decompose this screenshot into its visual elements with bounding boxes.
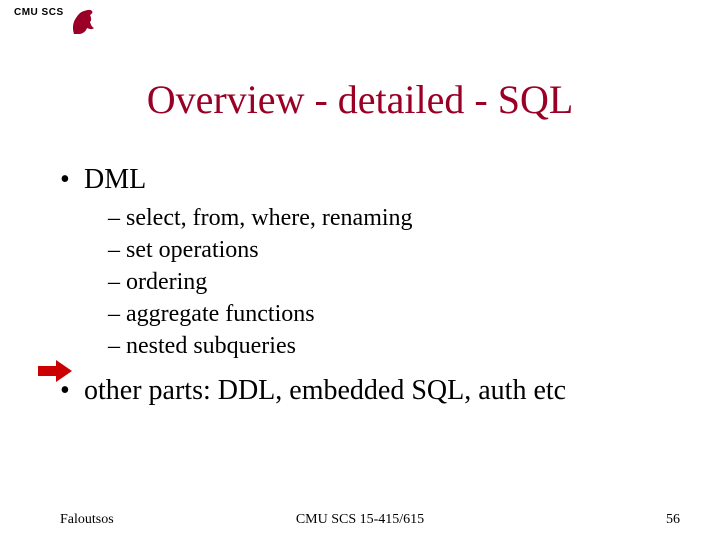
footer-page-number: 56 [666,512,680,528]
dash-icon: – [108,267,126,297]
sub-bullets: –select, from, where, renaming –set oper… [108,203,690,361]
bullet-label: DML [84,164,146,195]
current-topic-arrow-icon [38,360,72,387]
dash-icon: – [108,299,126,329]
list-item: –ordering [108,267,690,297]
list-item: –nested subqueries [108,331,690,361]
slide-body: •DML –select, from, where, renaming –set… [60,162,690,414]
bullet-other: •other parts: DDL, embedded SQL, auth et… [60,373,690,408]
bullet-dml: •DML [60,162,690,197]
dash-icon: – [108,235,126,265]
dash-icon: – [108,203,126,233]
list-item: –select, from, where, renaming [108,203,690,233]
list-item: –aggregate functions [108,299,690,329]
slide-header: CMU SCS [14,6,96,36]
scotty-dog-logo-icon [70,6,96,36]
org-label: CMU SCS [14,7,64,18]
bullet-label: other parts: DDL, embedded SQL, auth etc [84,375,566,406]
dash-icon: – [108,331,126,361]
bullet-dot-icon: • [60,162,84,197]
footer-course: CMU SCS 15-415/615 [0,512,720,528]
slide-title: Overview - detailed - SQL [0,76,720,123]
list-item: –set operations [108,235,690,265]
